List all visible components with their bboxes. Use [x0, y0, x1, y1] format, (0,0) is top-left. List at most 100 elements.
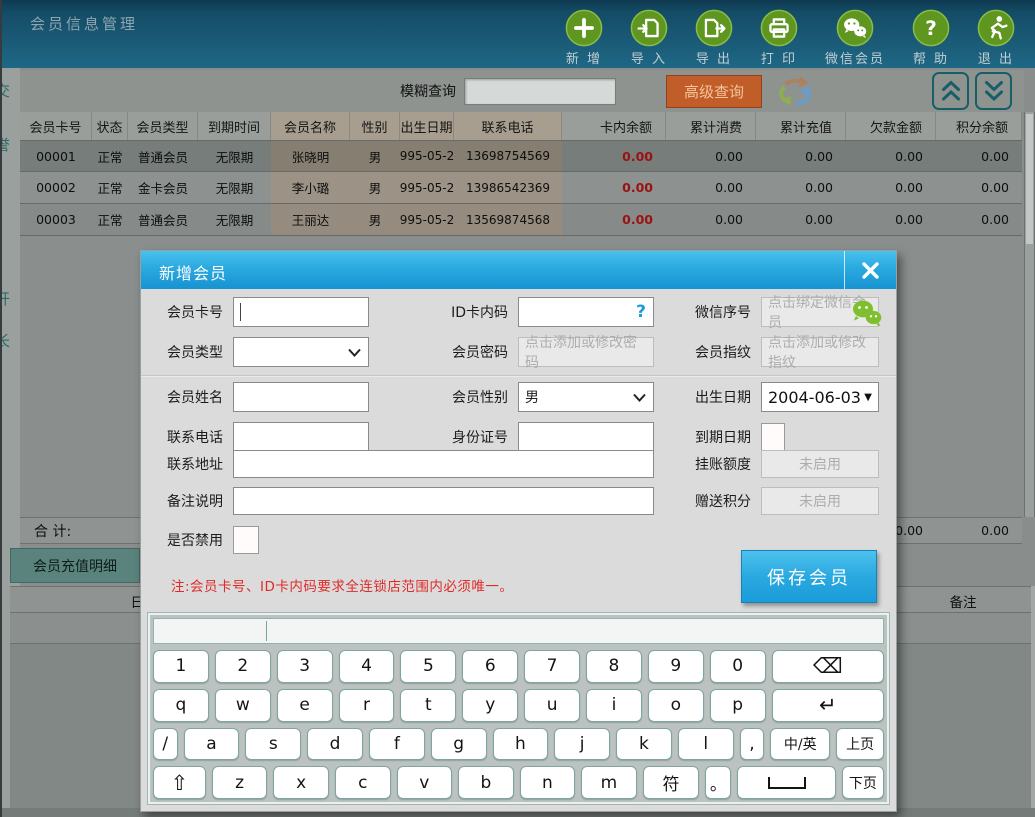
- key-s[interactable]: s: [245, 727, 302, 761]
- key-2[interactable]: 2: [214, 650, 271, 683]
- key-z[interactable]: z: [211, 766, 268, 799]
- member-type-select[interactable]: [233, 337, 369, 367]
- key-b[interactable]: b: [458, 766, 514, 799]
- slash-key[interactable]: /: [153, 727, 178, 761]
- key-v[interactable]: v: [396, 766, 453, 799]
- key-6[interactable]: 6: [462, 650, 519, 683]
- key-1[interactable]: 1: [153, 650, 209, 683]
- key-k[interactable]: k: [616, 727, 672, 761]
- table-row[interactable]: 00003正常普通会员无限期王丽达男1995-05-27135698745680…: [20, 204, 1022, 236]
- table-scrollbar[interactable]: [1024, 112, 1035, 517]
- column-header[interactable]: 卡内余额: [562, 112, 666, 140]
- remark-input[interactable]: [233, 487, 654, 515]
- member-name-input[interactable]: [233, 382, 369, 412]
- exit-button[interactable]: 退 出: [977, 9, 1015, 67]
- key-x[interactable]: x: [273, 766, 329, 799]
- backspace-key[interactable]: ⌫: [771, 650, 884, 683]
- key-l[interactable]: l: [677, 727, 734, 761]
- table-row[interactable]: 00002正常金卡会员无限期李小璐男1995-05-27139865423690…: [20, 172, 1022, 204]
- key-t[interactable]: t: [400, 688, 457, 722]
- column-header[interactable]: 累计充值: [756, 112, 846, 140]
- subtable-scrollbar[interactable]: [1031, 586, 1035, 808]
- key-8[interactable]: 8: [586, 650, 642, 683]
- key-u[interactable]: u: [524, 688, 581, 722]
- symbols-key[interactable]: 符: [642, 766, 700, 799]
- column-header[interactable]: 累计消费: [666, 112, 756, 140]
- close-button[interactable]: [844, 251, 896, 289]
- enter-key[interactable]: ↵: [771, 688, 884, 722]
- id-number-input[interactable]: [518, 422, 654, 452]
- page-down-key[interactable]: 下页: [841, 766, 884, 799]
- key-4[interactable]: 4: [338, 650, 395, 683]
- refresh-icon[interactable]: [776, 73, 814, 109]
- add-member-button[interactable]: 新 增: [565, 9, 603, 67]
- search-input[interactable]: [464, 77, 616, 105]
- key-5[interactable]: 5: [400, 650, 457, 683]
- key-a[interactable]: a: [183, 727, 240, 761]
- export-button[interactable]: 导 出: [695, 9, 733, 67]
- card-no-input[interactable]: [233, 297, 369, 327]
- key-n[interactable]: n: [519, 766, 576, 799]
- phone-input[interactable]: [233, 422, 369, 452]
- column-header[interactable]: 状态: [92, 112, 128, 140]
- key-c[interactable]: c: [334, 766, 391, 799]
- advanced-search-button[interactable]: 高级查询: [666, 74, 762, 108]
- tab-recharge-detail[interactable]: 会员充值明细: [10, 548, 140, 583]
- scrollbar-thumb[interactable]: [1026, 114, 1033, 244]
- key-o[interactable]: o: [647, 688, 704, 722]
- space-key[interactable]: [737, 766, 836, 799]
- key-g[interactable]: g: [430, 727, 487, 761]
- scroll-top-button[interactable]: [932, 72, 969, 110]
- fingerprint-field[interactable]: 点击添加或修改指纹: [761, 335, 879, 371]
- birth-date-select[interactable]: 2004-06-03 ▼: [761, 382, 879, 412]
- import-button[interactable]: 导 入: [630, 9, 668, 67]
- save-member-button[interactable]: 保存会员: [741, 550, 877, 603]
- key-3[interactable]: 3: [276, 650, 333, 683]
- key-q[interactable]: q: [153, 688, 209, 722]
- key-i[interactable]: i: [586, 688, 642, 722]
- key-y[interactable]: y: [462, 688, 519, 722]
- column-header[interactable]: 欠款金额: [846, 112, 936, 140]
- password-field[interactable]: 点击添加或修改密码: [518, 335, 654, 371]
- address-input[interactable]: [233, 450, 654, 478]
- gender-select[interactable]: 男: [518, 382, 654, 412]
- key-f[interactable]: f: [368, 727, 425, 761]
- help-button[interactable]: ? 帮 助: [912, 9, 950, 67]
- key-j[interactable]: j: [554, 727, 611, 761]
- shift-key[interactable]: ⇧: [153, 766, 206, 799]
- column-header[interactable]: 会员卡号: [20, 112, 92, 140]
- wechat-bind-field[interactable]: 点击绑定微信会员: [761, 295, 882, 331]
- key-7[interactable]: 7: [524, 650, 581, 683]
- column-header[interactable]: 出生日期: [400, 112, 454, 140]
- key-e[interactable]: e: [276, 688, 333, 722]
- help-icon[interactable]: ?: [636, 302, 646, 322]
- column-header[interactable]: 联系电话: [454, 112, 562, 140]
- key-h[interactable]: h: [492, 727, 549, 761]
- period-key[interactable]: 。: [705, 766, 732, 799]
- column-header[interactable]: 性别: [350, 112, 400, 140]
- page-up-key[interactable]: 上页: [836, 727, 885, 761]
- credit-limit-field[interactable]: 未启用: [761, 450, 879, 478]
- key-9[interactable]: 9: [647, 650, 704, 683]
- print-button[interactable]: 打 印: [760, 9, 798, 67]
- key-w[interactable]: w: [214, 688, 271, 722]
- key-d[interactable]: d: [307, 727, 363, 761]
- column-header[interactable]: 会员类型: [128, 112, 198, 140]
- disabled-checkbox[interactable]: [233, 526, 259, 554]
- table-row[interactable]: 00001正常普通会员无限期张晓明男1995-05-27136987545690…: [20, 140, 1022, 172]
- key-r[interactable]: r: [338, 688, 395, 722]
- key-p[interactable]: p: [709, 688, 766, 722]
- lang-toggle-key[interactable]: 中/英: [770, 727, 831, 761]
- key-0[interactable]: 0: [709, 650, 766, 683]
- key-m[interactable]: m: [581, 766, 637, 799]
- wechat-member-button[interactable]: 微信会员: [825, 9, 885, 67]
- comma-key[interactable]: ,: [739, 727, 765, 761]
- column-header[interactable]: 积分余额: [936, 112, 1022, 140]
- column-header[interactable]: 到期时间: [198, 112, 271, 140]
- keyboard-input-bar[interactable]: [153, 618, 884, 644]
- bonus-points-field[interactable]: 未启用: [761, 487, 879, 515]
- scroll-bottom-button[interactable]: [975, 72, 1012, 110]
- expire-date-checkbox[interactable]: [761, 423, 785, 451]
- id-code-input[interactable]: ?: [518, 297, 654, 327]
- column-header[interactable]: 会员名称: [271, 112, 350, 140]
